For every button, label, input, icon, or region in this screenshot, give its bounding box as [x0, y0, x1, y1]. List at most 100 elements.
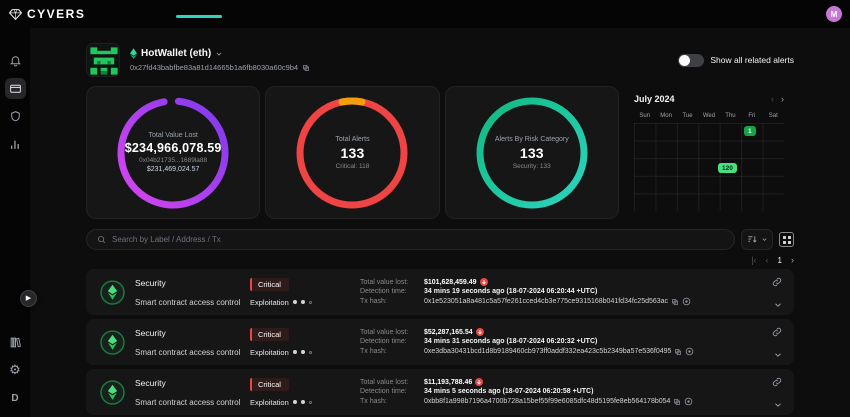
sidebar-item-wallets[interactable] [0, 76, 30, 100]
wallet-icon [5, 78, 26, 99]
phase-dot-empty [309, 301, 312, 304]
ethereum-shield-icon [100, 380, 125, 405]
stats-row: Total Value Lost $234,966,078.59 0x04b21… [86, 86, 794, 219]
sidebar-item-dock[interactable]: D [0, 386, 30, 410]
play-button[interactable]: ▶ [20, 290, 37, 307]
total-value-lost-label: Total value lost: [360, 279, 424, 286]
alert-subcategory: Smart contract access control [135, 298, 250, 307]
value-lost-icon [480, 278, 488, 286]
tx-hash-label: Tx hash: [360, 298, 424, 305]
alert-row[interactable]: Security Smart contract access control C… [86, 269, 794, 315]
etherscan-icon[interactable] [684, 397, 693, 406]
search-input[interactable] [112, 235, 724, 244]
alert-category: Security [135, 328, 250, 338]
calendar-next-icon[interactable]: › [781, 95, 784, 104]
sidebar-item-library[interactable] [0, 330, 30, 354]
total-value-lost: $11,193,788.46 [424, 379, 472, 386]
search-box[interactable] [86, 229, 735, 250]
total-value-lost: $52,287,165.54 [424, 329, 473, 336]
alert-link-icon[interactable] [772, 327, 782, 337]
wallet-identicon [86, 43, 120, 77]
severity-badge: Critical [250, 278, 289, 291]
first-page-icon[interactable]: |‹ [751, 256, 756, 265]
day-header: Thu [720, 113, 741, 119]
alerts-list: Security Smart contract access control C… [86, 269, 794, 415]
total-value-lost-label: Total value lost: [360, 379, 424, 386]
expand-chevron-icon[interactable] [773, 300, 783, 310]
next-page-icon[interactable]: › [791, 256, 794, 265]
value-lost-icon [476, 328, 484, 336]
alert-link-icon[interactable] [772, 277, 782, 287]
current-page: 1 [778, 257, 782, 265]
sidebar-item-protocols[interactable] [0, 104, 30, 128]
bar-chart-icon [9, 138, 22, 151]
grid-view-icon [783, 236, 791, 244]
detection-time-label: Detection time: [360, 288, 424, 295]
phase-dot [301, 350, 305, 354]
calendar-grid: 1 120 [634, 123, 784, 211]
sidebar-item-notifications[interactable] [0, 48, 30, 72]
detection-time: 34 mins 31 seconds ago (18-07-2024 06:20… [424, 338, 597, 345]
bell-icon [9, 54, 22, 67]
play-icon: ▶ [26, 295, 31, 302]
alert-subcategory: Smart contract access control [135, 398, 250, 407]
phase-dot [301, 300, 305, 304]
sidebar-item-analytics[interactable] [0, 132, 30, 156]
brand-text: CYVERS [27, 7, 85, 21]
tx-hash: 0x1e523051a8a481c5a57fe261cced4cb3e775ce… [424, 298, 668, 305]
calendar-prev-icon[interactable]: ‹ [771, 95, 774, 104]
view-toggle-button[interactable] [779, 232, 794, 247]
copy-address-icon[interactable] [302, 64, 310, 72]
phase-dot [293, 300, 297, 304]
search-row [86, 229, 794, 250]
day-header: Sun [634, 113, 655, 119]
copy-hash-icon[interactable] [673, 398, 681, 406]
wallet-header: HotWallet (eth) 0x27fd43babfbe83a81d1466… [86, 38, 794, 82]
stat-card-total-value-lost: Total Value Lost $234,966,078.59 0x04b21… [86, 86, 260, 219]
expand-chevron-icon[interactable] [773, 350, 783, 360]
phase-dot-empty [309, 401, 312, 404]
calendar-day-badge[interactable]: 1 [744, 126, 756, 136]
prev-page-icon[interactable]: ‹ [766, 256, 769, 265]
wallet-name-dropdown[interactable]: HotWallet (eth) [130, 48, 310, 59]
user-avatar[interactable]: M [826, 6, 842, 22]
tx-hash-label: Tx hash: [360, 398, 424, 405]
day-header: Sat [763, 113, 784, 119]
top-header: CYVERS M [0, 0, 850, 28]
tx-hash-label: Tx hash: [360, 348, 424, 355]
etherscan-icon[interactable] [685, 347, 694, 356]
books-icon [9, 336, 22, 349]
etherscan-icon[interactable] [682, 297, 691, 306]
alert-row[interactable]: Security Smart contract access control C… [86, 369, 794, 415]
calendar-day-headers: Sun Mon Tue Wed Thu Fri Sat [634, 113, 784, 119]
alert-row[interactable]: Security Smart contract access control C… [86, 319, 794, 365]
stat-sub: Critical: 118 [336, 163, 370, 170]
alert-phase: Exploitation [250, 298, 289, 307]
copy-hash-icon[interactable] [674, 348, 682, 356]
calendar-day-badge[interactable]: 120 [718, 163, 737, 173]
stat-value: 133 [341, 145, 365, 161]
copy-hash-icon[interactable] [671, 298, 679, 306]
expand-chevron-icon[interactable] [773, 400, 783, 410]
detection-time-label: Detection time: [360, 338, 424, 345]
brand[interactable]: CYVERS [0, 7, 85, 21]
stat-sub-address: 0x04b21735...1689la88 [139, 157, 207, 164]
sort-button[interactable] [741, 229, 773, 250]
ethereum-shield-icon [100, 280, 125, 305]
stat-title: Alerts By Risk Category [495, 136, 569, 143]
search-icon [97, 235, 106, 244]
show-related-alerts-toggle[interactable] [678, 54, 704, 67]
sidebar-item-settings[interactable]: ⚙ [0, 358, 30, 382]
d-logo-icon: D [11, 393, 18, 404]
detection-time-label: Detection time: [360, 388, 424, 395]
chevron-down-icon [761, 236, 768, 243]
phase-dot [293, 400, 297, 404]
alert-link-icon[interactable] [772, 377, 782, 387]
alert-phase: Exploitation [250, 348, 289, 357]
stat-card-total-alerts: Total Alerts 133 Critical: 118 [265, 86, 439, 219]
stat-sub-value: $231,469,024.57 [147, 166, 200, 173]
stat-value: 133 [520, 145, 544, 161]
brand-gem-icon [9, 9, 22, 20]
day-header: Wed [698, 113, 719, 119]
gear-icon: ⚙ [9, 364, 21, 377]
